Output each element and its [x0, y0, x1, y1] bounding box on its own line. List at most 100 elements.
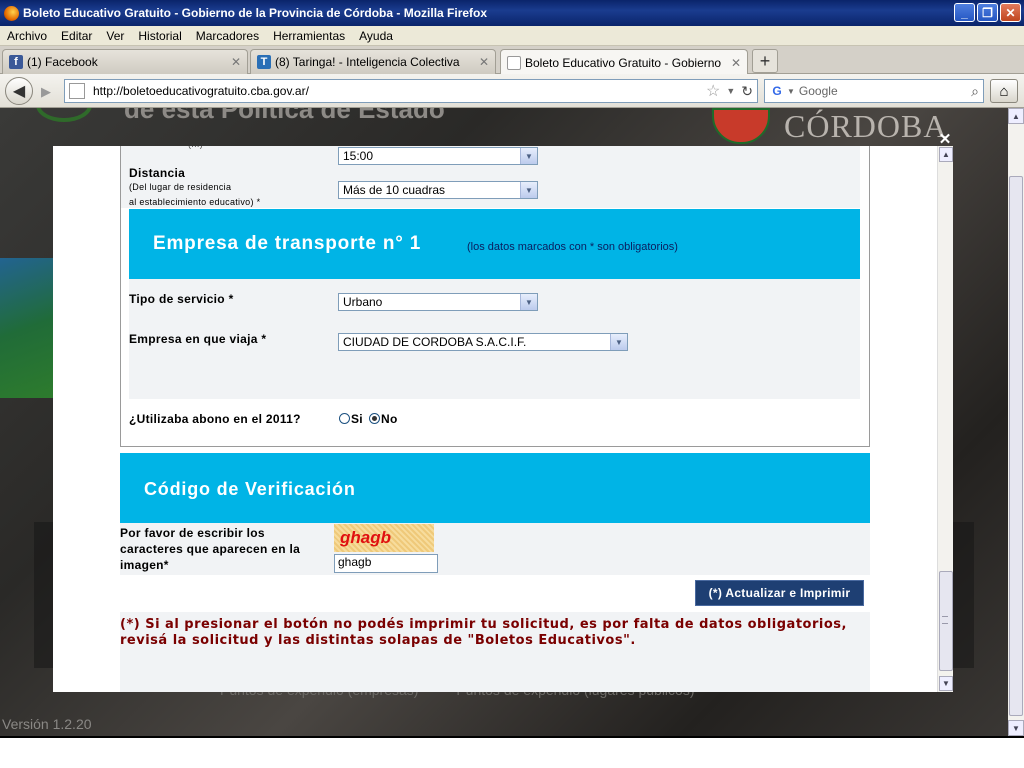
distance-select-value: Más de 10 cuadras — [343, 183, 446, 197]
warning-line-1: (*) Si al presionar el botón no podés im… — [120, 617, 847, 632]
search-engine-dropdown-icon[interactable]: ▼ — [787, 87, 795, 96]
tab-bar: f (1) Facebook ✕ T (8) Taringa! - Inteli… — [0, 46, 1024, 75]
home-icon: ⌂ — [999, 82, 1009, 100]
menu-bar: Archivo Editar Ver Historial Marcadores … — [0, 26, 1024, 46]
scroll-down-icon[interactable]: ▼ — [939, 676, 953, 691]
browser-scrollbar[interactable]: ▲ ▼ — [1008, 108, 1024, 736]
transport-title: Empresa de transporte n° 1 — [153, 233, 422, 254]
abono-si-radio[interactable] — [339, 413, 350, 424]
history-dropdown-icon[interactable]: ▼ — [726, 86, 735, 96]
menu-historial[interactable]: Historial — [131, 29, 188, 43]
menu-marcadores[interactable]: Marcadores — [189, 29, 266, 43]
menu-ayuda[interactable]: Ayuda — [352, 29, 400, 43]
facebook-icon: f — [9, 55, 23, 69]
browser-scroll-thumb[interactable] — [1009, 176, 1023, 716]
scroll-grip-icon — [942, 616, 948, 624]
captcha-image: ghagb — [334, 524, 434, 552]
search-placeholder[interactable]: Google — [799, 84, 971, 98]
warning-line-2: revisá la solicitud y las distintas sola… — [120, 633, 636, 648]
tab-label: (8) Taringa! - Inteligencia Colectiva — [275, 55, 460, 69]
abono-no-label: No — [381, 412, 398, 426]
verification-banner: Código de Verificación — [120, 453, 870, 523]
navigation-bar: ◀ ▶ http://boletoeducativogratuito.cba.g… — [0, 74, 1024, 108]
menu-ver[interactable]: Ver — [99, 29, 131, 43]
new-tab-button[interactable]: + — [752, 49, 778, 73]
service-label: Tipo de servicio * — [129, 292, 234, 306]
time-select-value: 15:00 — [343, 149, 374, 163]
form-modal: (...) 15:00 ▼ Distancia (Del lugar de re… — [53, 146, 953, 692]
menu-archivo[interactable]: Archivo — [0, 29, 54, 43]
tab-label: (1) Facebook — [27, 55, 98, 69]
page-icon — [507, 55, 521, 70]
company-select[interactable]: CIUDAD DE CORDOBA S.A.C.I.F. ▼ — [338, 333, 628, 351]
background-logo — [36, 108, 92, 122]
time-select[interactable]: 15:00 ▼ — [338, 147, 538, 165]
service-select[interactable]: Urbano ▼ — [338, 293, 538, 311]
distance-sublabel-2: al establecimiento educativo) * — [129, 196, 260, 209]
tab-close-icon[interactable]: ✕ — [479, 55, 489, 69]
search-icon[interactable]: ⌕ — [971, 83, 979, 100]
reload-icon[interactable]: ↻ — [741, 83, 753, 100]
url-bar[interactable]: http://boletoeducativogratuito.cba.gov.a… — [64, 79, 758, 103]
window-titlebar: Boleto Educativo Gratuito - Gobierno de … — [0, 0, 1024, 26]
tab-close-icon[interactable]: ✕ — [731, 56, 741, 70]
status-bar — [0, 736, 1024, 768]
abono-no-radio[interactable] — [369, 413, 380, 424]
modal-scrollbar[interactable]: ▲ ▼ — [937, 146, 953, 692]
window-title: Boleto Educativo Gratuito - Gobierno de … — [23, 6, 488, 20]
url-text[interactable]: http://boletoeducativogratuito.cba.gov.a… — [93, 84, 706, 98]
bookmark-star-icon[interactable]: ☆ — [706, 81, 720, 101]
chevron-down-icon[interactable]: ▼ — [520, 294, 537, 310]
tab-close-icon[interactable]: ✕ — [231, 55, 241, 69]
menu-herramientas[interactable]: Herramientas — [266, 29, 352, 43]
forward-arrow-icon: ▶ — [41, 84, 51, 99]
tab-label: Boleto Educativo Gratuito - Gobierno de … — [525, 55, 725, 70]
menu-editar[interactable]: Editar — [54, 29, 99, 43]
scroll-up-icon[interactable]: ▲ — [1008, 108, 1024, 124]
scroll-up-icon[interactable]: ▲ — [939, 147, 953, 162]
captcha-input[interactable]: ghagb — [334, 554, 438, 573]
warning-text: (*) Si al presionar el botón no podés im… — [120, 617, 870, 649]
distance-label: Distancia — [129, 166, 186, 180]
cordoba-shield-icon — [712, 108, 770, 144]
site-icon — [69, 83, 85, 99]
distance-select[interactable]: Más de 10 cuadras ▼ — [338, 181, 538, 199]
window-controls: _ ❐ ✕ — [954, 3, 1021, 22]
tab-facebook[interactable]: f (1) Facebook ✕ — [2, 49, 248, 74]
taringa-icon: T — [257, 55, 271, 69]
forward-button[interactable]: ▶ — [35, 82, 57, 102]
restore-button[interactable]: ❐ — [977, 3, 998, 22]
back-arrow-icon: ◀ — [12, 83, 26, 100]
home-button[interactable]: ⌂ — [990, 79, 1018, 103]
distance-sublabel-1: (Del lugar de residencia — [129, 182, 232, 192]
firefox-icon — [4, 5, 19, 21]
abono-label: ¿Utilizaba abono en el 2011? — [129, 412, 301, 426]
required-mark: * — [256, 197, 261, 207]
captcha-prompt-line-2: caracteres que aparecen en la — [120, 542, 301, 556]
chevron-down-icon[interactable]: ▼ — [520, 148, 537, 164]
google-icon[interactable]: G — [769, 83, 785, 99]
tab-taringa[interactable]: T (8) Taringa! - Inteligencia Colectiva … — [250, 49, 496, 74]
chevron-down-icon[interactable]: ▼ — [610, 334, 627, 350]
abono-si-label: Si — [351, 412, 363, 426]
distance-sublabel-2-text: al establecimiento educativo) — [129, 197, 254, 207]
captcha-prompt-line-3: imagen* — [120, 558, 169, 572]
back-button[interactable]: ◀ — [5, 77, 33, 105]
search-bar[interactable]: G ▼ Google ⌕ — [764, 79, 984, 103]
version-label: Versión 1.2.20 — [2, 716, 92, 732]
background-brand: CÓRDOBA — [784, 108, 948, 144]
company-label: Empresa en que viaja * — [129, 332, 267, 346]
company-select-value: CIUDAD DE CORDOBA S.A.C.I.F. — [343, 335, 527, 349]
background-heading: de esta Política de Estado — [124, 108, 445, 124]
close-window-button[interactable]: ✕ — [1000, 3, 1021, 22]
chevron-down-icon[interactable]: ▼ — [520, 182, 537, 198]
captcha-prompt: Por favor de escribir los caracteres que… — [120, 525, 300, 573]
modal-close-icon[interactable]: ✕ — [937, 131, 953, 148]
transport-banner: Empresa de transporte n° 1 (los datos ma… — [129, 209, 860, 279]
time-label: (...) — [188, 146, 203, 151]
background-decoration — [0, 258, 54, 398]
scroll-down-icon[interactable]: ▼ — [1008, 720, 1024, 736]
minimize-button[interactable]: _ — [954, 3, 975, 22]
update-print-button[interactable]: (*) Actualizar e Imprimir — [695, 580, 864, 606]
tab-boleto[interactable]: Boleto Educativo Gratuito - Gobierno de … — [500, 49, 748, 75]
